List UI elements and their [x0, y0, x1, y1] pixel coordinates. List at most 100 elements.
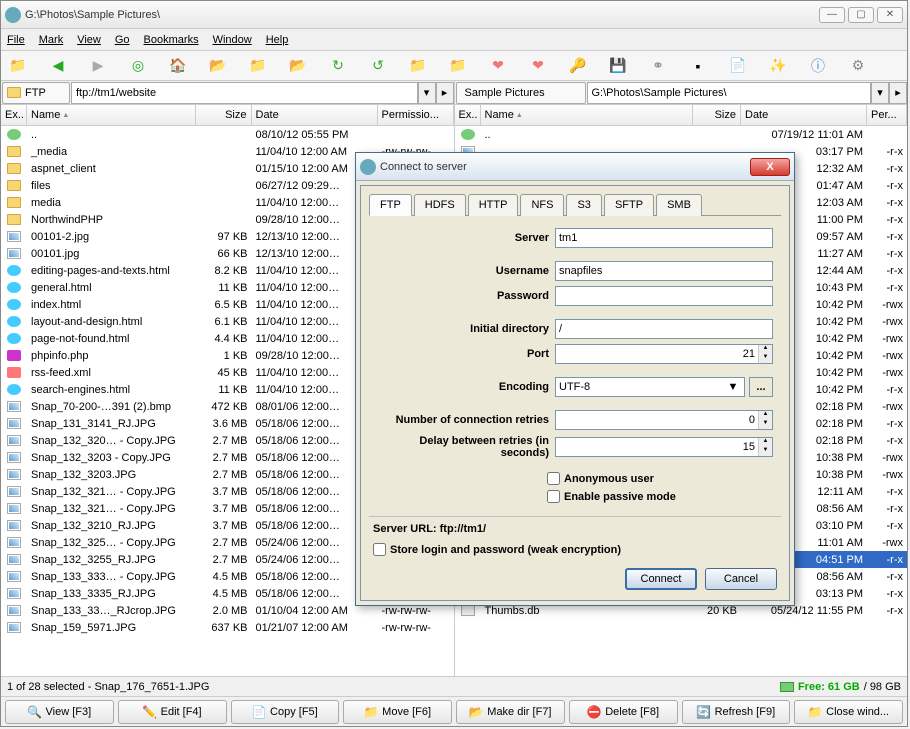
menu-view[interactable]: View	[77, 34, 101, 46]
password-input[interactable]	[555, 286, 773, 306]
right-path-go[interactable]: ▸	[889, 82, 907, 104]
info-icon[interactable]: ⓘ	[809, 57, 827, 75]
cancel-button[interactable]: Cancel	[705, 568, 777, 590]
server-input[interactable]	[555, 228, 773, 248]
password-label: Password	[377, 290, 555, 302]
fav-pink2-icon[interactable]: ❤	[529, 57, 547, 75]
folder-a-icon[interactable]: 📁	[409, 57, 427, 75]
retries-input[interactable]: ▲▼	[555, 410, 773, 430]
left-path-input[interactable]	[71, 82, 418, 104]
menu-go[interactable]: Go	[115, 34, 130, 46]
right-pathbar: Sample Pictures ▾ ▸	[455, 81, 908, 105]
col-date[interactable]: Date	[252, 105, 378, 125]
bottom-delete-button[interactable]: ⛔Delete [F8]	[569, 700, 678, 724]
tab-sftp[interactable]: SFTP	[604, 194, 654, 216]
initdir-label: Initial directory	[377, 323, 555, 335]
anon-label: Anonymous user	[564, 473, 654, 485]
list-item[interactable]: ..07/19/12 11:01 AM	[455, 126, 908, 143]
server-url-text: Server URL: ftp://tm1/	[369, 516, 781, 539]
bottom-view-button[interactable]: 🔍View [F3]	[5, 700, 114, 724]
left-pathbar: FTP ▾ ▸	[1, 81, 454, 105]
bottom-make-button[interactable]: 📂Make dir [F7]	[456, 700, 565, 724]
col-name-r[interactable]: Name▲	[481, 105, 694, 125]
menu-bookmarks[interactable]: Bookmarks	[144, 34, 199, 46]
col-size[interactable]: Size	[196, 105, 252, 125]
encoding-select[interactable]: UTF-8▼	[555, 377, 745, 397]
tab-hdfs[interactable]: HDFS	[414, 194, 466, 216]
bottom-refresh-button[interactable]: 🔄Refresh [F9]	[682, 700, 791, 724]
tab-nfs[interactable]: NFS	[520, 194, 564, 216]
passive-label: Enable passive mode	[564, 491, 676, 503]
tab-s3[interactable]: S3	[566, 194, 601, 216]
sync-right-icon[interactable]: ↺	[369, 57, 387, 75]
right-path-input[interactable]	[587, 82, 872, 104]
col-date-r[interactable]: Date	[741, 105, 867, 125]
col-perm-r[interactable]: Per...	[867, 105, 907, 125]
col-ext-r[interactable]: Ex..	[455, 105, 481, 125]
tab-http[interactable]: HTTP	[468, 194, 519, 216]
link-icon[interactable]: ⚭	[649, 57, 667, 75]
delay-label: Delay between retries (in seconds)	[377, 435, 555, 459]
close-button[interactable]: ✕	[877, 7, 903, 23]
dialog-close-button[interactable]: X	[750, 158, 790, 176]
folder-icon[interactable]: 📁	[249, 57, 267, 75]
port-input[interactable]: ▲▼	[555, 344, 773, 364]
folder-open-icon[interactable]: 📂	[289, 57, 307, 75]
initdir-input[interactable]	[555, 319, 773, 339]
maximize-button[interactable]: ▢	[848, 7, 874, 23]
col-name[interactable]: Name▲	[27, 105, 196, 125]
port-label: Port	[377, 348, 555, 360]
statusbar: 1 of 28 selected - Snap_176_7651-1.JPG F…	[1, 676, 907, 696]
status-text: 1 of 28 selected - Snap_176_7651-1.JPG	[7, 681, 209, 693]
bottom-close-button[interactable]: 📁Close wind...	[794, 700, 903, 724]
list-item[interactable]: Snap_159_5971.JPG637 KB01/21/07 12:00 AM…	[1, 619, 454, 636]
gear-icon[interactable]: ⚙	[849, 57, 867, 75]
folder-new-icon[interactable]: 📁	[9, 57, 27, 75]
fav-pink-icon[interactable]: ❤	[489, 57, 507, 75]
disk-icon[interactable]: 💾	[609, 57, 627, 75]
encoding-label: Encoding	[377, 381, 555, 393]
passive-checkbox[interactable]	[547, 490, 560, 503]
list-item[interactable]: ..08/10/12 05:55 PM	[1, 126, 454, 143]
doc-icon[interactable]: 📄	[729, 57, 747, 75]
delay-input[interactable]: ▲▼	[555, 437, 773, 457]
tab-ftp[interactable]: FTP	[369, 194, 412, 216]
left-path-go[interactable]: ▸	[436, 82, 454, 104]
minimize-button[interactable]: —	[819, 7, 845, 23]
anon-checkbox[interactable]	[547, 472, 560, 485]
wand-icon[interactable]: ✨	[769, 57, 787, 75]
connect-button[interactable]: Connect	[625, 568, 697, 590]
right-folder-button[interactable]: Sample Pictures	[456, 82, 586, 104]
dialog-icon	[360, 159, 376, 175]
dialog-title: Connect to server	[380, 161, 750, 173]
col-size-r[interactable]: Size	[693, 105, 741, 125]
up-icon[interactable]: 📂	[209, 57, 227, 75]
sync-left-icon[interactable]: ↻	[329, 57, 347, 75]
home-icon[interactable]: 🏠	[169, 57, 187, 75]
menu-mark[interactable]: Mark	[39, 34, 63, 46]
username-label: Username	[377, 265, 555, 277]
right-path-dropdown[interactable]: ▾	[871, 82, 889, 104]
left-folder-button[interactable]: FTP	[2, 82, 70, 104]
bottom-edit-button[interactable]: ✏️Edit [F4]	[118, 700, 227, 724]
forward-icon[interactable]: ▶	[89, 57, 107, 75]
menu-window[interactable]: Window	[213, 34, 252, 46]
terminal-icon[interactable]: ▪	[689, 57, 707, 75]
menu-file[interactable]: File	[7, 34, 25, 46]
key-icon[interactable]: 🔑	[569, 57, 587, 75]
refresh-green-icon[interactable]: ◎	[129, 57, 147, 75]
store-checkbox[interactable]	[373, 543, 386, 556]
encoding-more-button[interactable]: ...	[749, 377, 773, 397]
bottom-copy-button[interactable]: 📄Copy [F5]	[231, 700, 340, 724]
bottom-move-button[interactable]: 📁Move [F6]	[343, 700, 452, 724]
col-perm[interactable]: Permissio...	[378, 105, 454, 125]
username-input[interactable]	[555, 261, 773, 281]
col-ext[interactable]: Ex..	[1, 105, 27, 125]
menu-help[interactable]: Help	[266, 34, 289, 46]
back-icon[interactable]: ◀	[49, 57, 67, 75]
folder-b-icon[interactable]: 📁	[449, 57, 467, 75]
tab-smb[interactable]: SMB	[656, 194, 702, 216]
left-folder-label: FTP	[25, 87, 46, 99]
retries-label: Number of connection retries	[377, 414, 555, 426]
left-path-dropdown[interactable]: ▾	[418, 82, 436, 104]
